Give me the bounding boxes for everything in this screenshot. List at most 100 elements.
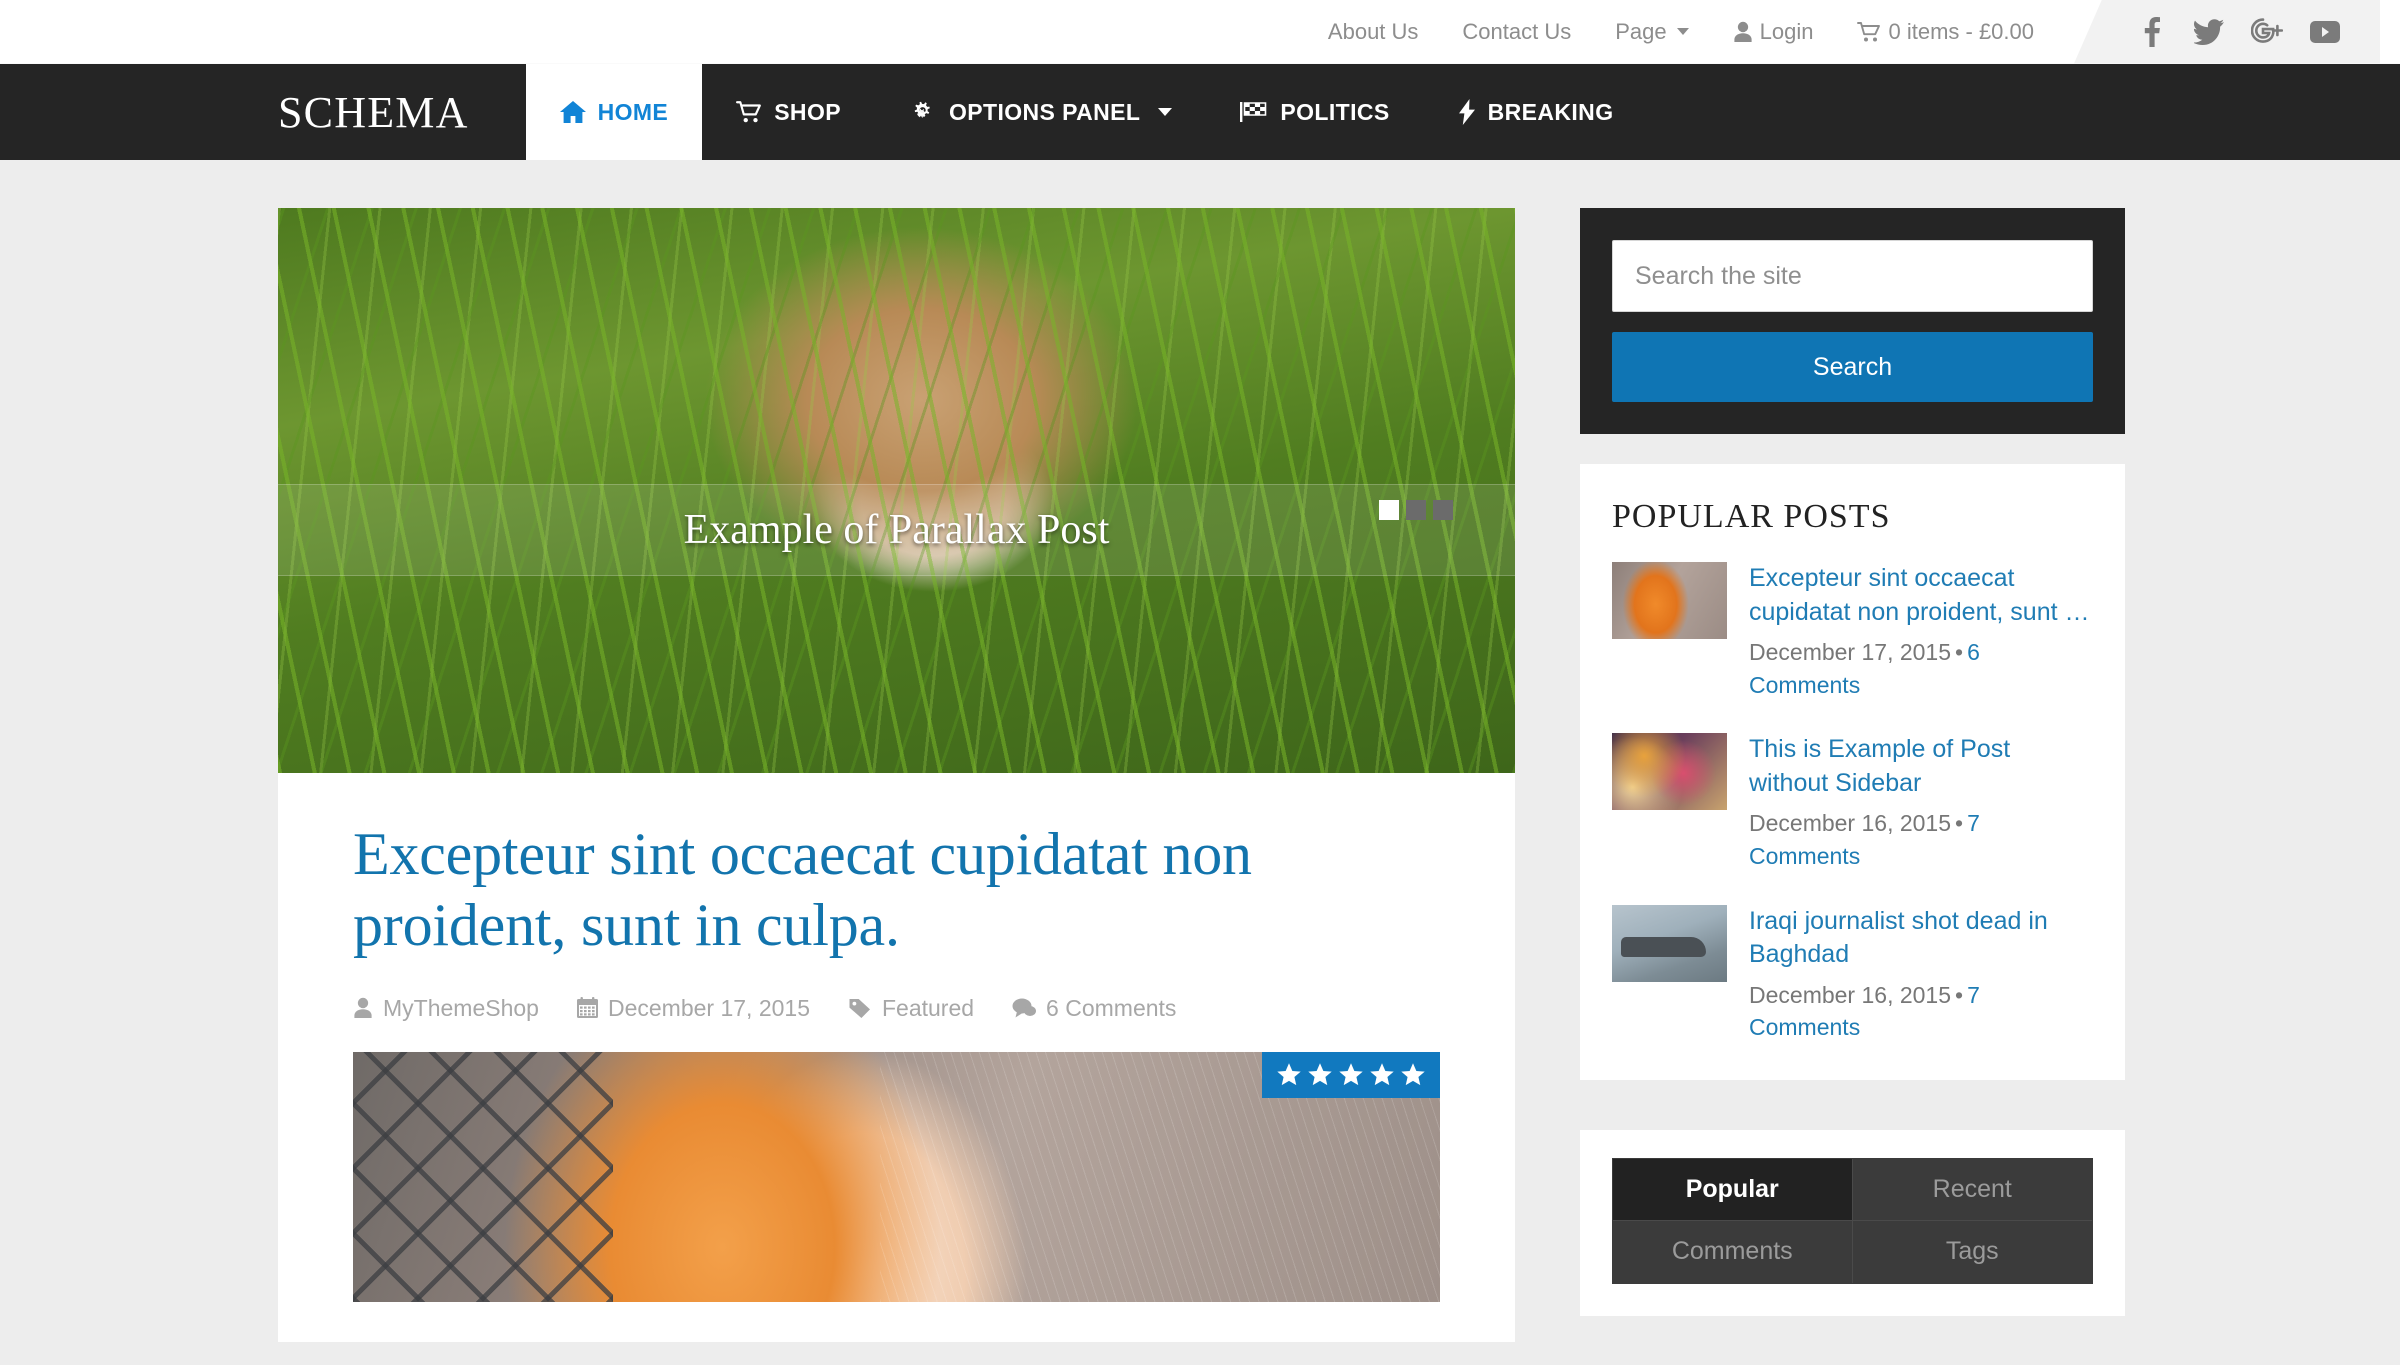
search-widget: Search xyxy=(1580,208,2125,434)
twitter-icon[interactable] xyxy=(2180,0,2238,64)
meta-separator: • xyxy=(1955,981,1964,1008)
nav-item-breaking[interactable]: BREAKING xyxy=(1424,64,1648,160)
meta-separator: • xyxy=(1955,639,1964,665)
bolt-icon xyxy=(1458,99,1476,125)
nav-item-label: SHOP xyxy=(774,98,841,125)
post-thumbnail[interactable] xyxy=(1612,904,1727,982)
post-date: December 16, 2015 xyxy=(1749,981,1952,1008)
article-card: Excepteur sint occaecat cupidatat non pr… xyxy=(278,773,1515,1342)
post-title-link[interactable]: Iraqi journalist shot dead in Baghdad xyxy=(1749,905,2093,972)
list-item[interactable]: Excepteur sint occaecat cupidatat non pr… xyxy=(1612,562,2093,701)
nav-item-label: OPTIONS PANEL xyxy=(948,98,1141,125)
article-thumbnail[interactable] xyxy=(353,1051,1440,1302)
tag-icon xyxy=(848,997,872,1019)
meta-author[interactable]: MyThemeShop xyxy=(353,995,539,1022)
site-logo[interactable]: SCHEMA xyxy=(0,64,469,160)
popular-posts-widget: POPULAR POSTS Excepteur sint occaecat cu… xyxy=(1580,464,2125,1080)
tab-tags[interactable]: Tags xyxy=(1852,1220,2092,1283)
meta-category[interactable]: Featured xyxy=(848,995,974,1022)
nav-item-label: HOME xyxy=(597,98,669,125)
nav-item-label: BREAKING xyxy=(1487,98,1614,125)
star-rating-badge xyxy=(1262,1051,1440,1098)
hero-caption: Example of Parallax Post xyxy=(278,484,1515,576)
nav-item-shop[interactable]: SHOP xyxy=(702,64,875,160)
list-item[interactable]: This is Example of Post without Sidebar … xyxy=(1612,733,2093,872)
home-icon xyxy=(559,100,586,124)
featured-slider[interactable]: Example of Parallax Post xyxy=(278,208,1515,773)
post-title-link[interactable]: This is Example of Post without Sidebar xyxy=(1749,733,2093,800)
article-title[interactable]: Excepteur sint occaecat cupidatat non pr… xyxy=(353,819,1440,961)
post-thumbnail[interactable] xyxy=(1612,733,1727,811)
post-date: December 17, 2015 xyxy=(1749,639,1952,665)
post-body: Iraqi journalist shot dead in Baghdad De… xyxy=(1749,905,2093,1044)
chevron-down-icon xyxy=(1676,28,1689,35)
meta-comments-label: 6 Comments xyxy=(1046,994,1177,1021)
meta-author-label: MyThemeShop xyxy=(383,994,539,1021)
tab-popular[interactable]: Popular xyxy=(1613,1158,1853,1221)
list-item[interactable]: Iraqi journalist shot dead in Baghdad De… xyxy=(1612,904,2093,1044)
slider-dot-3[interactable] xyxy=(1433,500,1453,520)
hero-caption-text: Example of Parallax Post xyxy=(683,507,1110,553)
post-date: December 16, 2015 xyxy=(1749,810,1952,837)
comment-icon xyxy=(1012,997,1037,1019)
star-icon xyxy=(1307,1062,1333,1088)
cart-icon xyxy=(736,100,762,124)
main-content: Example of Parallax Post Excepteur sint … xyxy=(278,208,1515,1342)
top-bar-links: About Us Contact Us Page Login 0 items -… xyxy=(1306,0,2400,64)
topnav-label: About Us xyxy=(1327,18,1419,44)
nav-item-label: POLITICS xyxy=(1280,98,1390,125)
topnav-about-us[interactable]: About Us xyxy=(1306,18,1441,44)
article-meta: MyThemeShop December 17, 2015 Featured 6… xyxy=(353,995,1440,1022)
meta-date-label: December 17, 2015 xyxy=(607,994,810,1021)
topnav-label: Login xyxy=(1759,18,1814,44)
slider-dot-2[interactable] xyxy=(1406,500,1426,520)
nav-item-options-panel[interactable]: OPTIONS PANEL xyxy=(875,64,1206,160)
gears-icon xyxy=(909,99,937,125)
post-title-link[interactable]: Excepteur sint occaecat cupidatat non pr… xyxy=(1749,562,2093,629)
meta-date: December 17, 2015 xyxy=(576,994,810,1022)
star-icon xyxy=(1369,1062,1395,1088)
topnav-label: Contact Us xyxy=(1462,18,1572,44)
topnav-cart[interactable]: 0 items - £0.00 xyxy=(1835,18,2056,44)
post-body: This is Example of Post without Sidebar … xyxy=(1749,733,2093,872)
tab-comments[interactable]: Comments xyxy=(1613,1220,1853,1283)
site-header: SCHEMA HOME SHOP OPTIONS PANEL POLITICS … xyxy=(0,64,2400,160)
social-links xyxy=(2074,0,2380,64)
topnav-label: 0 items - £0.00 xyxy=(1888,18,2034,44)
meta-category-label: Featured xyxy=(881,994,975,1021)
star-icon xyxy=(1400,1062,1426,1088)
slider-dot-1[interactable] xyxy=(1379,500,1399,520)
topnav-label: Page xyxy=(1615,18,1667,44)
flag-icon xyxy=(1240,100,1268,124)
thumbnail-fence-overlay xyxy=(353,1051,613,1302)
tabs-widget: Popular Recent Comments Tags xyxy=(1580,1129,2125,1316)
search-input[interactable] xyxy=(1612,240,2093,312)
main-navigation: HOME SHOP OPTIONS PANEL POLITICS BREAKIN… xyxy=(525,64,1648,160)
calendar-icon xyxy=(576,997,598,1019)
user-icon xyxy=(1733,21,1753,43)
star-icon xyxy=(1338,1062,1364,1088)
meta-separator: • xyxy=(1955,810,1964,837)
chevron-down-icon xyxy=(1158,108,1173,116)
nav-item-politics[interactable]: POLITICS xyxy=(1206,64,1423,160)
topnav-page-dropdown[interactable]: Page xyxy=(1593,18,1710,44)
top-bar: About Us Contact Us Page Login 0 items -… xyxy=(0,0,2400,64)
post-body: Excepteur sint occaecat cupidatat non pr… xyxy=(1749,562,2093,701)
post-meta: December 16, 2015 • 7 Comments xyxy=(1749,979,2093,1044)
post-thumbnail[interactable] xyxy=(1612,562,1727,639)
topnav-login[interactable]: Login xyxy=(1711,18,1836,44)
slider-pagination xyxy=(1379,500,1453,520)
star-icon xyxy=(1276,1062,1302,1088)
meta-comments[interactable]: 6 Comments xyxy=(1012,995,1176,1022)
sidebar: Search POPULAR POSTS Excepteur sint occa… xyxy=(1580,208,2125,1316)
tab-recent[interactable]: Recent xyxy=(1852,1158,2092,1221)
topnav-contact-us[interactable]: Contact Us xyxy=(1440,18,1593,44)
search-button[interactable]: Search xyxy=(1612,332,2093,402)
user-icon xyxy=(353,997,373,1019)
facebook-icon[interactable] xyxy=(2122,0,2180,64)
tabs-grid: Popular Recent Comments Tags xyxy=(1612,1157,2093,1284)
youtube-icon[interactable] xyxy=(2296,0,2354,64)
post-meta: December 17, 2015 • 6 Comments xyxy=(1749,636,2093,701)
nav-item-home[interactable]: HOME xyxy=(525,64,703,160)
google-plus-icon[interactable] xyxy=(2238,0,2296,64)
